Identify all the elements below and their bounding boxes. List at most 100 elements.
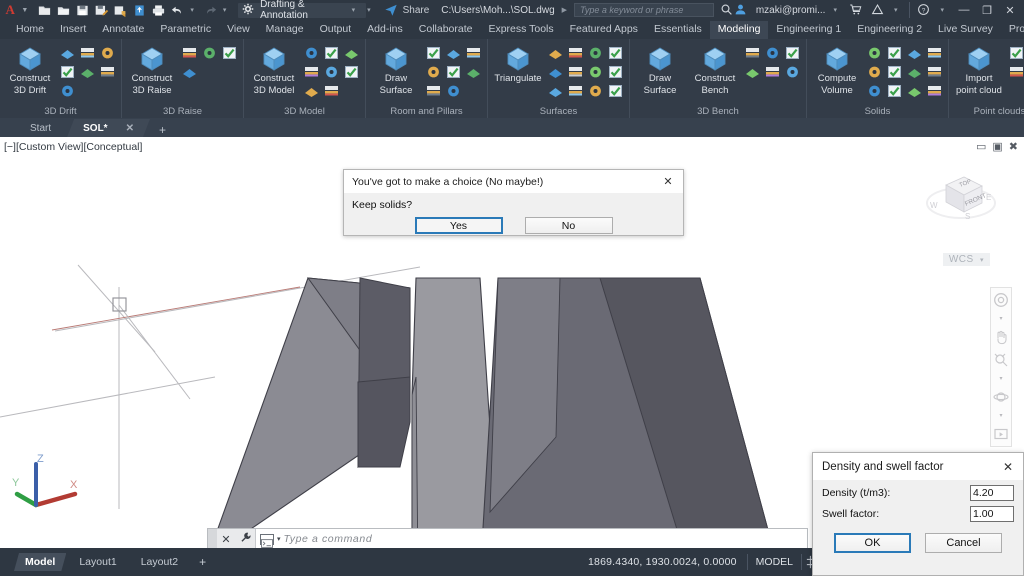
ribbon-small-button-2[interactable] [764, 45, 782, 62]
ribbon-button-import-point-cloud[interactable]: Importpoint cloud [953, 43, 1005, 96]
command-prompt-icon[interactable] [260, 534, 274, 545]
orbit-chevron-icon[interactable]: ▾ [999, 412, 1002, 419]
ribbon-button-construct-3d-model[interactable]: Construct3D Model [248, 43, 300, 96]
new-file-tab-button[interactable]: + [150, 123, 175, 137]
export-icon[interactable] [113, 3, 128, 18]
zoom-chevron-icon[interactable]: ▾ [999, 375, 1002, 382]
ribbon-tab-featured-apps[interactable]: Featured Apps [562, 21, 646, 39]
ribbon-small-button-5[interactable] [547, 64, 565, 81]
file-tab-close-icon[interactable]: ✕ [126, 123, 134, 134]
keep-solids-dialog[interactable]: You've got to make a choice (No maybe!) … [343, 169, 684, 236]
help-chevron-down-icon[interactable]: ▾ [940, 6, 944, 14]
ribbon-small-button-3[interactable] [99, 45, 117, 62]
ribbon-small-button-4[interactable] [926, 45, 944, 62]
ribbon-tab-output[interactable]: Output [312, 21, 360, 39]
plot-icon[interactable] [151, 3, 166, 18]
ribbon-small-button-2[interactable] [886, 45, 904, 62]
ribbon-small-button-10[interactable] [567, 83, 585, 100]
ribbon-small-button-1[interactable] [303, 45, 321, 62]
help-icon[interactable]: ? [917, 3, 932, 18]
ribbon-small-button-5[interactable] [764, 64, 782, 81]
ribbon-button-construct-bench[interactable]: ConstructBench [689, 43, 741, 96]
ribbon-small-button-10[interactable] [886, 83, 904, 100]
ribbon-tab-parametric[interactable]: Parametric [152, 21, 219, 39]
density-swell-dialog[interactable]: Density and swell factor ✕ Density (t/m3… [812, 452, 1024, 576]
ribbon-tab-collaborate[interactable]: Collaborate [411, 21, 481, 39]
qat-overflow-chevron-icon[interactable]: ▾ [367, 6, 371, 14]
file-tab-start[interactable]: Start [14, 119, 67, 137]
ribbon-small-button-1[interactable] [547, 45, 565, 62]
view-cube[interactable]: W E S TOP FRONT [922, 159, 1000, 237]
ribbon-small-button-8[interactable] [445, 83, 463, 100]
ribbon-small-button-7[interactable] [59, 83, 77, 100]
ribbon-small-button-3[interactable] [343, 45, 361, 62]
ribbon-tab-home[interactable]: Home [8, 21, 52, 39]
ribbon-small-button-4[interactable] [425, 64, 443, 81]
ribbon-small-button-4[interactable] [59, 64, 77, 81]
ribbon-small-button-11[interactable] [906, 83, 924, 100]
steering-wheel-chevron-icon[interactable]: ▾ [999, 315, 1002, 322]
viewport-label[interactable]: [−][Custom View][Conceptual] [4, 141, 142, 153]
ribbon-small-button-8[interactable] [607, 64, 625, 81]
ribbon-tab-annotate[interactable]: Annotate [94, 21, 152, 39]
ribbon-tab-live-survey[interactable]: Live Survey [930, 21, 1001, 39]
ribbon-small-button-4[interactable] [744, 64, 762, 81]
zoom-extents-icon[interactable] [993, 352, 1009, 368]
ribbon-small-button-6[interactable] [567, 64, 585, 81]
command-line-grip[interactable] [208, 529, 217, 549]
close-icon[interactable]: ✕ [653, 175, 683, 188]
ribbon-small-button-9[interactable] [866, 83, 884, 100]
steering-wheel-icon[interactable] [993, 292, 1009, 308]
orbit-icon[interactable] [993, 389, 1009, 405]
ribbon-tab-modeling[interactable]: Modeling [710, 21, 769, 39]
ribbon-button-draw-surface[interactable]: DrawSurface [634, 43, 686, 96]
new-file-icon[interactable] [37, 3, 52, 18]
open-folder-icon[interactable] [56, 3, 71, 18]
no-button[interactable]: No [525, 217, 613, 234]
ok-button[interactable]: OK [834, 533, 911, 553]
ribbon-tab-view[interactable]: View [219, 21, 258, 39]
minimize-button[interactable]: — [956, 4, 972, 16]
ribbon-button-draw-surface[interactable]: DrawSurface [370, 43, 422, 96]
add-layout-button[interactable]: + [191, 555, 214, 569]
ribbon-small-button-3[interactable] [784, 45, 802, 62]
ribbon-tab-engineering-2[interactable]: Engineering 2 [849, 21, 930, 39]
ribbon-small-button-7[interactable] [587, 64, 605, 81]
ribbon-small-button-8[interactable] [926, 64, 944, 81]
autocad-a-logo[interactable]: A [0, 2, 20, 18]
save-icon[interactable] [75, 3, 90, 18]
ribbon-small-button-3[interactable] [1008, 64, 1024, 81]
ribbon-small-button-12[interactable] [926, 83, 944, 100]
cloud-sync-icon[interactable] [132, 3, 147, 18]
command-line[interactable]: ✕ ▾ Type a command [207, 528, 808, 550]
ribbon-small-button-1[interactable] [425, 45, 443, 62]
model-space-button[interactable]: MODEL [748, 556, 801, 568]
yes-button[interactable]: Yes [415, 217, 503, 234]
ribbon-small-button-1[interactable] [744, 45, 762, 62]
autodesk-chevron-down-icon[interactable]: ▾ [894, 6, 898, 14]
save-as-icon[interactable] [94, 3, 109, 18]
ribbon-small-button-6[interactable] [465, 64, 483, 81]
command-line-close-icon[interactable]: ✕ [217, 533, 235, 546]
ribbon-small-button-6[interactable] [886, 64, 904, 81]
ribbon-small-button-2[interactable] [323, 45, 341, 62]
ribbon-tab-add-ins[interactable]: Add-ins [359, 21, 411, 39]
swell-factor-field[interactable]: 1.00 [970, 506, 1014, 522]
ribbon-small-button-4[interactable] [607, 45, 625, 62]
ribbon-small-button-6[interactable] [343, 64, 361, 81]
ribbon-small-button-6[interactable] [784, 64, 802, 81]
layout-tab-model[interactable]: Model [14, 553, 66, 571]
account-chevron-down-icon[interactable]: ▾ [833, 6, 837, 14]
ribbon-button-triangulate[interactable]: Triangulate [492, 43, 544, 86]
ribbon-small-button-7[interactable] [906, 64, 924, 81]
ribbon-small-button-8[interactable] [323, 83, 341, 100]
ribbon-small-button-11[interactable] [587, 83, 605, 100]
ribbon-small-button-7[interactable] [303, 83, 321, 100]
wcs-chevron-down-icon[interactable]: ▾ [980, 257, 984, 264]
showmotion-icon[interactable] [993, 426, 1009, 442]
autodesk-logo-icon[interactable] [871, 3, 886, 18]
ribbon-small-button-3[interactable] [465, 45, 483, 62]
close-button[interactable]: ✕ [1002, 4, 1018, 17]
pan-hand-icon[interactable] [993, 329, 1009, 345]
density-field[interactable]: 4.20 [970, 485, 1014, 501]
